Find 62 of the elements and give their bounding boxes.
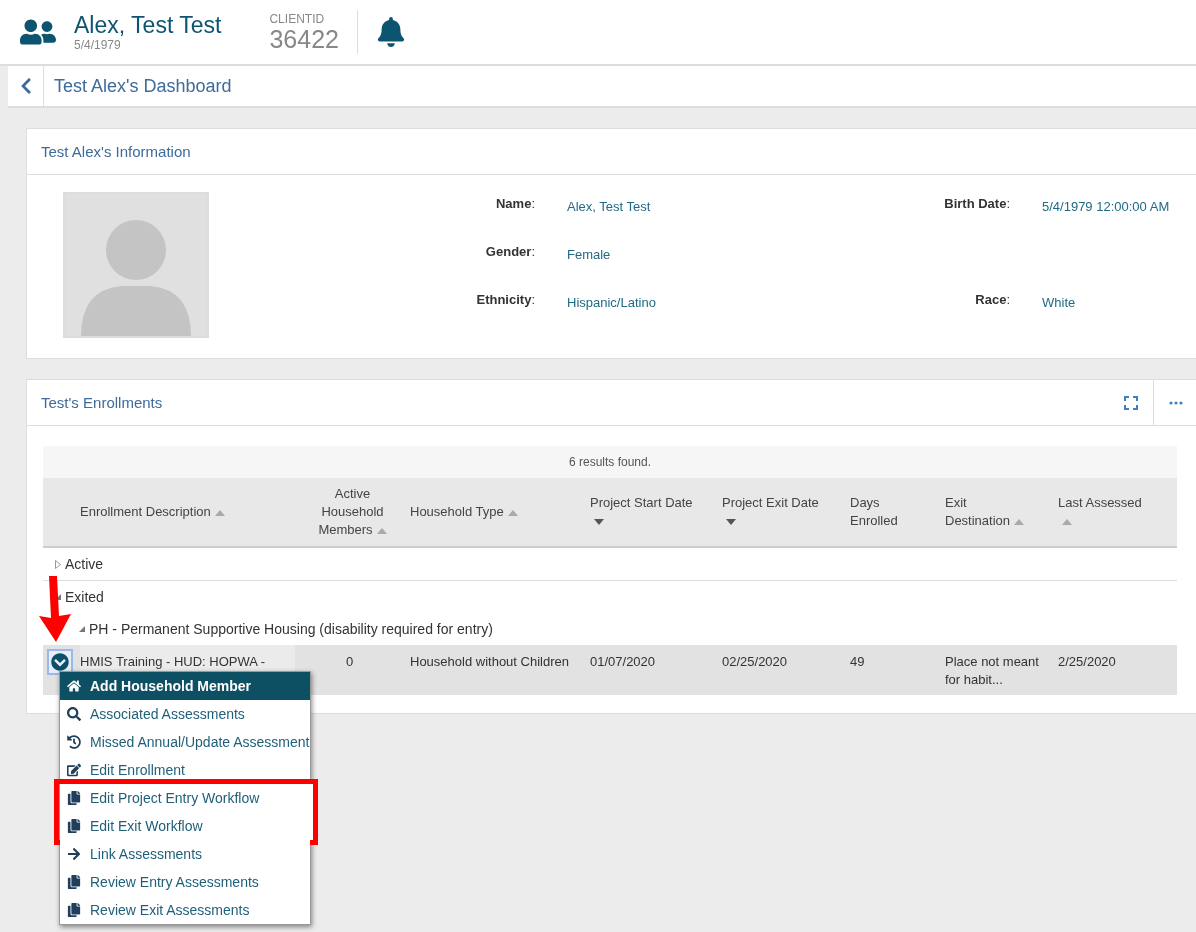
arrow-right-icon <box>67 847 81 861</box>
field-value: Hispanic/Latino <box>567 294 656 310</box>
birth-date: 5/4/1979 <box>74 38 122 52</box>
edit-icon <box>67 763 81 777</box>
search-icon <box>67 707 81 721</box>
field-label: Name: <box>495 196 535 211</box>
field-label: Ethnicity: <box>476 292 535 307</box>
menu-item[interactable]: Missed Annual/Update Assessment <box>60 728 310 756</box>
bell-icon[interactable] <box>376 17 406 47</box>
table-cell-text: 0 <box>344 653 355 671</box>
column-header[interactable]: Enrollment Description <box>80 503 295 521</box>
group-label[interactable]: Exited <box>65 589 104 605</box>
ellipsis-icon <box>1168 400 1183 405</box>
client-id-label: CLIENTID <box>269 12 326 26</box>
field-value: Female <box>567 246 611 262</box>
group-label[interactable]: Active <box>65 556 104 572</box>
dashboard-title: Test Alex's Dashboard <box>54 75 232 97</box>
history-icon <box>67 735 81 749</box>
field-value: White <box>1042 294 1076 310</box>
field-value: 5/4/1979 12:00:00 AM <box>1042 198 1170 214</box>
column-header[interactable]: Active Household Members <box>295 485 410 539</box>
sort-down-icon[interactable] <box>594 518 604 525</box>
menu-item[interactable]: Review Entry Assessments <box>60 868 310 896</box>
copy-icon <box>67 875 81 889</box>
column-header[interactable]: Last Assessed <box>1058 494 1175 530</box>
menu-item[interactable]: Review Exit Assessments <box>60 896 310 924</box>
panel-title: Test's Enrollments <box>41 394 164 411</box>
menu-item[interactable]: Link Assessments <box>60 840 310 868</box>
field-label: Race: <box>975 292 1010 307</box>
sort-down-icon[interactable] <box>726 518 736 525</box>
caret-collapsed-icon[interactable] <box>55 559 61 569</box>
table-cell-text: 01/07/2020 <box>590 653 657 671</box>
table-cell-text: 02/25/2020 <box>722 653 789 671</box>
column-header[interactable]: Project Exit Date <box>722 494 850 530</box>
field-label: Birth Date: <box>944 196 1010 211</box>
caret-expanded-icon[interactable] <box>79 626 85 632</box>
menu-item[interactable]: Associated Assessments <box>60 700 310 728</box>
menu-item[interactable]: Add Household Member <box>60 672 310 700</box>
menu-item[interactable]: Edit Project Entry Workflow <box>60 784 313 812</box>
client-id: 36422 <box>269 26 339 52</box>
table-cell-text: Place not meant for habit... <box>945 653 1040 689</box>
chevron-down-icon <box>51 653 69 671</box>
house-icon <box>67 679 81 693</box>
table-cell-text: Household without Children <box>410 653 570 671</box>
field-label: Gender: <box>485 244 535 259</box>
table-cell-text: 2/25/2020 <box>1058 653 1117 671</box>
group-label[interactable]: PH - Permanent Supportive Housing (disability required for entry) <box>89 621 493 637</box>
copy-icon <box>67 791 81 805</box>
fullscreen-icon <box>1124 395 1138 410</box>
column-header[interactable]: Household Type <box>410 503 590 521</box>
table-cell-text: 49 <box>850 653 866 671</box>
column-header[interactable]: Project Start Date <box>590 494 722 530</box>
panel-title: Test Alex's Information <box>41 143 192 160</box>
copy-icon <box>67 819 81 833</box>
results-count: 6 results found. <box>43 446 1177 478</box>
row-menu-button[interactable] <box>47 649 73 675</box>
field-value: Alex, Test Test <box>567 198 651 214</box>
menu-item[interactable]: Edit Exit Workflow <box>60 812 313 840</box>
client-name: Alex, Test Test <box>74 12 222 38</box>
column-header[interactable]: Exit Destination <box>945 494 1058 530</box>
column-header[interactable]: Days Enrolled <box>850 494 945 530</box>
copy-icon <box>67 903 81 917</box>
